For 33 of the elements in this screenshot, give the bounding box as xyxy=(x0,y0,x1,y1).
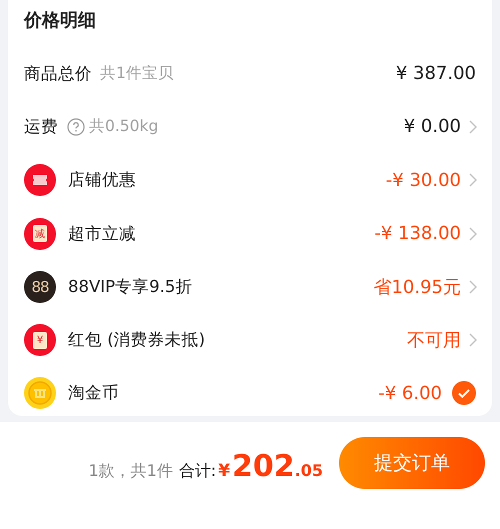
row-note: 共1件宝贝 xyxy=(100,63,174,84)
row-value[interactable]: -¥ 30.00 xyxy=(386,170,461,191)
row-label: 店铺优惠 xyxy=(68,169,136,192)
ticket-icon xyxy=(24,164,56,196)
checkbox[interactable] xyxy=(452,381,476,406)
chevron-icon xyxy=(469,280,477,294)
row-note: 共0.50kg xyxy=(89,116,158,138)
submit-button[interactable]: 提交订单 xyxy=(339,437,485,489)
row-label: 超市立减 xyxy=(68,222,136,245)
row-label: 运费 xyxy=(24,116,58,138)
chevron-icon xyxy=(469,173,477,188)
row-value[interactable]: 省10.95元 xyxy=(373,274,461,299)
row-value: ¥ 387.00 xyxy=(396,63,476,84)
item-count: 1款，共1件 xyxy=(88,461,173,482)
row-label: 商品总价 xyxy=(24,62,92,85)
chevron-icon xyxy=(469,333,477,348)
vip-icon: 88 xyxy=(24,270,56,303)
coin-icon xyxy=(24,377,56,410)
row-label: 淘金币 xyxy=(68,382,119,404)
chevron-icon xyxy=(469,120,477,134)
section-title: 价格明细 xyxy=(24,9,97,33)
row-label: 红包 (消费券未抵) xyxy=(68,329,206,352)
row-value[interactable]: -¥ 6.00 xyxy=(378,382,442,404)
total-label: 合计: xyxy=(178,461,216,482)
row-value[interactable]: -¥ 138.00 xyxy=(374,223,461,244)
row-value[interactable]: ¥ 0.00 xyxy=(404,116,461,138)
envelope-icon: ¥ xyxy=(24,324,56,356)
row-value[interactable]: 不可用 xyxy=(407,328,461,352)
envelope-icon: 减 xyxy=(24,218,56,250)
total-amount: ¥202.05 xyxy=(217,449,323,484)
row-label: 88VIP专享9.5折 xyxy=(68,276,192,298)
help-icon[interactable] xyxy=(67,118,85,136)
chevron-icon xyxy=(469,226,477,241)
